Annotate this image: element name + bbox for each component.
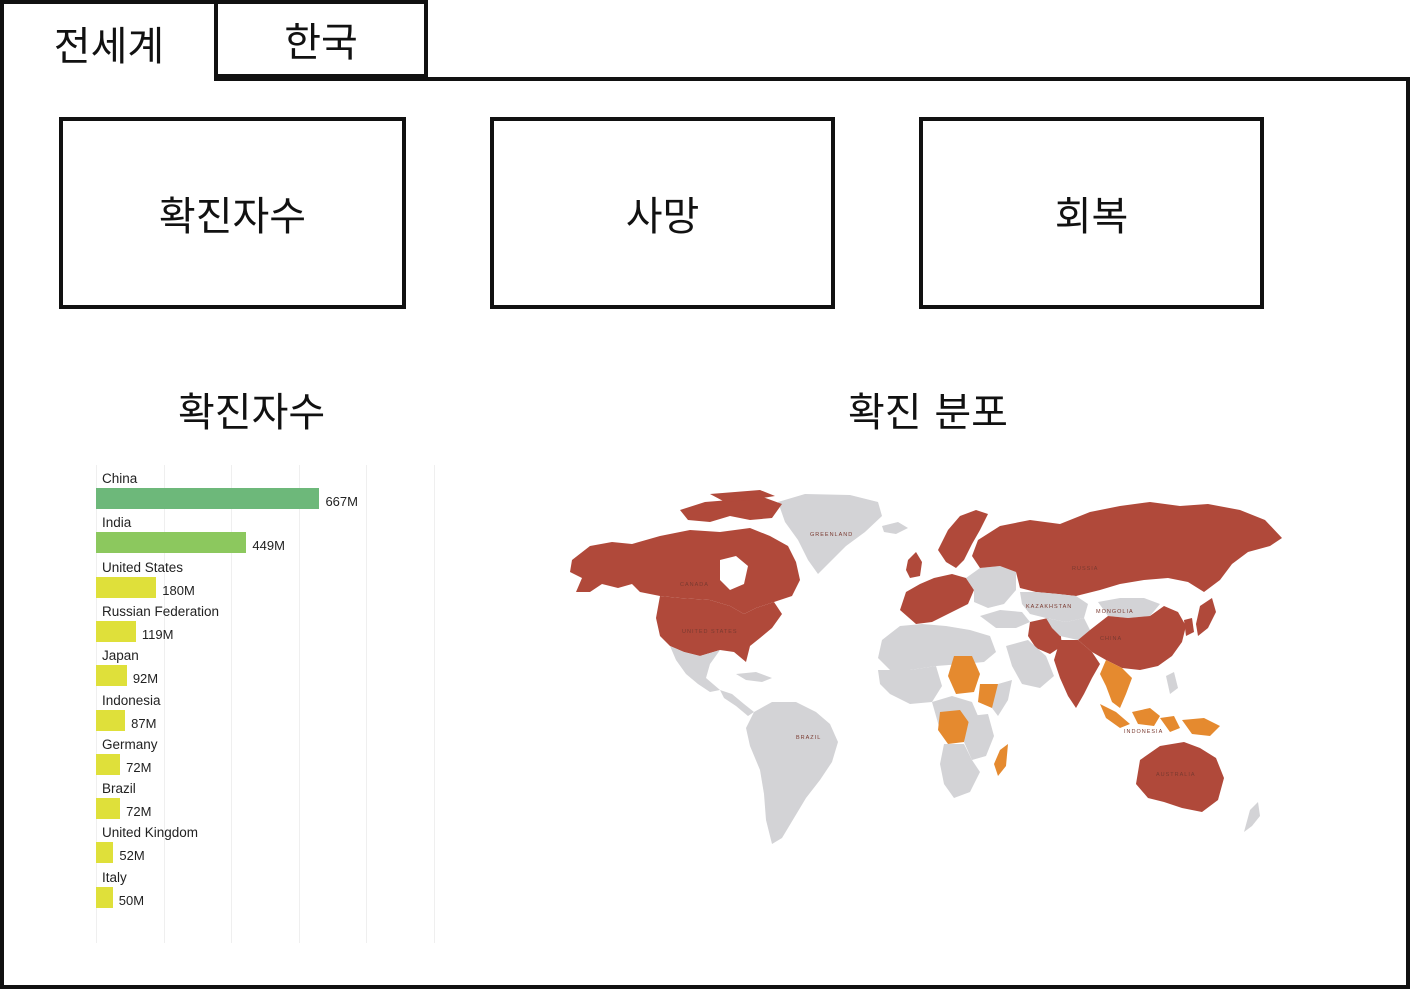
world-map-svg: GREENLAND CANADA UNITED STATES RUSSIA KA… <box>570 490 1282 844</box>
bar-germany <box>96 753 121 775</box>
map-label-canada: CANADA <box>680 582 709 588</box>
bar-row: India 449M <box>96 509 496 554</box>
map-country-korea <box>1184 618 1194 636</box>
map-country-iceland <box>882 522 908 534</box>
bar-indonesia <box>96 709 126 731</box>
bar-row: Brazil 72M <box>96 775 496 820</box>
bar-india <box>96 532 247 554</box>
map-country-west-africa <box>878 666 942 704</box>
map-country-new-zealand <box>1244 802 1260 832</box>
bar-row: Indonesia 87M <box>96 687 496 731</box>
bar-row: United Kingdom 52M <box>96 819 496 864</box>
tab-world[interactable]: 전세계 <box>0 0 214 82</box>
bar-united-kingdom <box>96 842 114 864</box>
map-label-usa: UNITED STATES <box>682 629 738 635</box>
bar-italy <box>96 886 113 908</box>
map-caribbean <box>736 672 772 682</box>
map-country-eastern-europe <box>966 566 1016 608</box>
confirmed-card[interactable]: 확진자수 <box>59 117 406 309</box>
recovered-card[interactable]: 회복 <box>919 117 1264 309</box>
bar-russian-federation <box>96 620 136 642</box>
bar-row: Japan 92M <box>96 642 496 687</box>
bar-china <box>96 488 320 509</box>
world-map: GREENLAND CANADA UNITED STATES RUSSIA KA… <box>560 480 1300 850</box>
map-country-new-guinea <box>1182 718 1220 736</box>
map-country-indonesia-2 <box>1132 708 1160 726</box>
map-country-uk <box>906 552 922 578</box>
deaths-card[interactable]: 사망 <box>490 117 835 309</box>
bar-category-label: China <box>102 471 138 486</box>
map-country-russia <box>972 502 1282 596</box>
bar-value-label: 50M <box>118 892 145 908</box>
map-country-madagascar <box>994 744 1008 776</box>
bar-row: United States 180M <box>96 554 496 598</box>
map-country-canada <box>632 528 800 614</box>
bar-brazil <box>96 798 121 820</box>
map-label-kazakhstan: KAZAKHSTAN <box>1026 604 1072 610</box>
bar-category-label: Indonesia <box>102 692 161 708</box>
map-label-australia: AUSTRALIA <box>1156 772 1196 778</box>
bar-row: Germany 72M <box>96 731 496 775</box>
chart-title: 확진자수 <box>178 390 326 436</box>
bar-category-label: Brazil <box>102 781 136 797</box>
map-country-western-europe <box>900 574 974 624</box>
map-label-brazil: BRAZIL <box>796 735 821 741</box>
bar-row: Russian Federation 119M <box>96 598 496 642</box>
map-title: 확진 분포 <box>848 390 1008 436</box>
map-country-alaska <box>570 542 632 592</box>
bar-category-label: Italy <box>102 869 127 885</box>
map-label-china: CHINA <box>1100 636 1122 642</box>
bar-japan <box>96 665 127 687</box>
confirmed-bar-chart: China 667M India 449M United States 180M Russi… <box>96 465 496 943</box>
bar-value-label: 667M <box>325 494 358 509</box>
map-country-japan <box>1196 598 1216 636</box>
map-label-russia: RUSSIA <box>1072 566 1098 572</box>
map-label-mongolia: MONGOLIA <box>1096 609 1134 615</box>
bar-category-label: Russian Federation <box>102 603 220 619</box>
bar-category-label: India <box>102 515 132 531</box>
bar-value-label: 92M <box>132 671 159 687</box>
map-country-mongolia <box>1098 598 1160 618</box>
bar-united-states <box>96 576 157 598</box>
bar-value-label: 119M <box>141 626 174 642</box>
bar-category-label: Japan <box>102 648 139 664</box>
map-country-central-america <box>720 690 754 716</box>
bar-value-label: 72M <box>126 759 152 775</box>
bar-value-label: 180M <box>162 582 195 598</box>
map-country-indonesia <box>1100 704 1130 728</box>
bar-category-label: United Kingdom <box>102 825 199 841</box>
bar-category-label: United States <box>102 559 184 575</box>
map-country-philippines <box>1166 672 1178 694</box>
bar-row: China 667M <box>96 465 496 509</box>
map-label-greenland: GREENLAND <box>810 532 853 538</box>
map-country-south-america <box>746 702 838 844</box>
tab-korea[interactable]: 한국 <box>214 0 428 78</box>
bar-value-label: 52M <box>119 848 145 864</box>
bar-category-label: Germany <box>102 736 158 752</box>
bar-value-label: 72M <box>126 804 152 820</box>
bar-row: Italy 50M <box>96 864 496 908</box>
map-country-north-africa <box>878 624 996 670</box>
map-label-indonesia: INDONESIA <box>1124 729 1163 735</box>
bar-value-label: 449M <box>252 538 285 554</box>
map-country-turkey <box>980 610 1030 628</box>
bar-value-label: 87M <box>131 715 157 731</box>
